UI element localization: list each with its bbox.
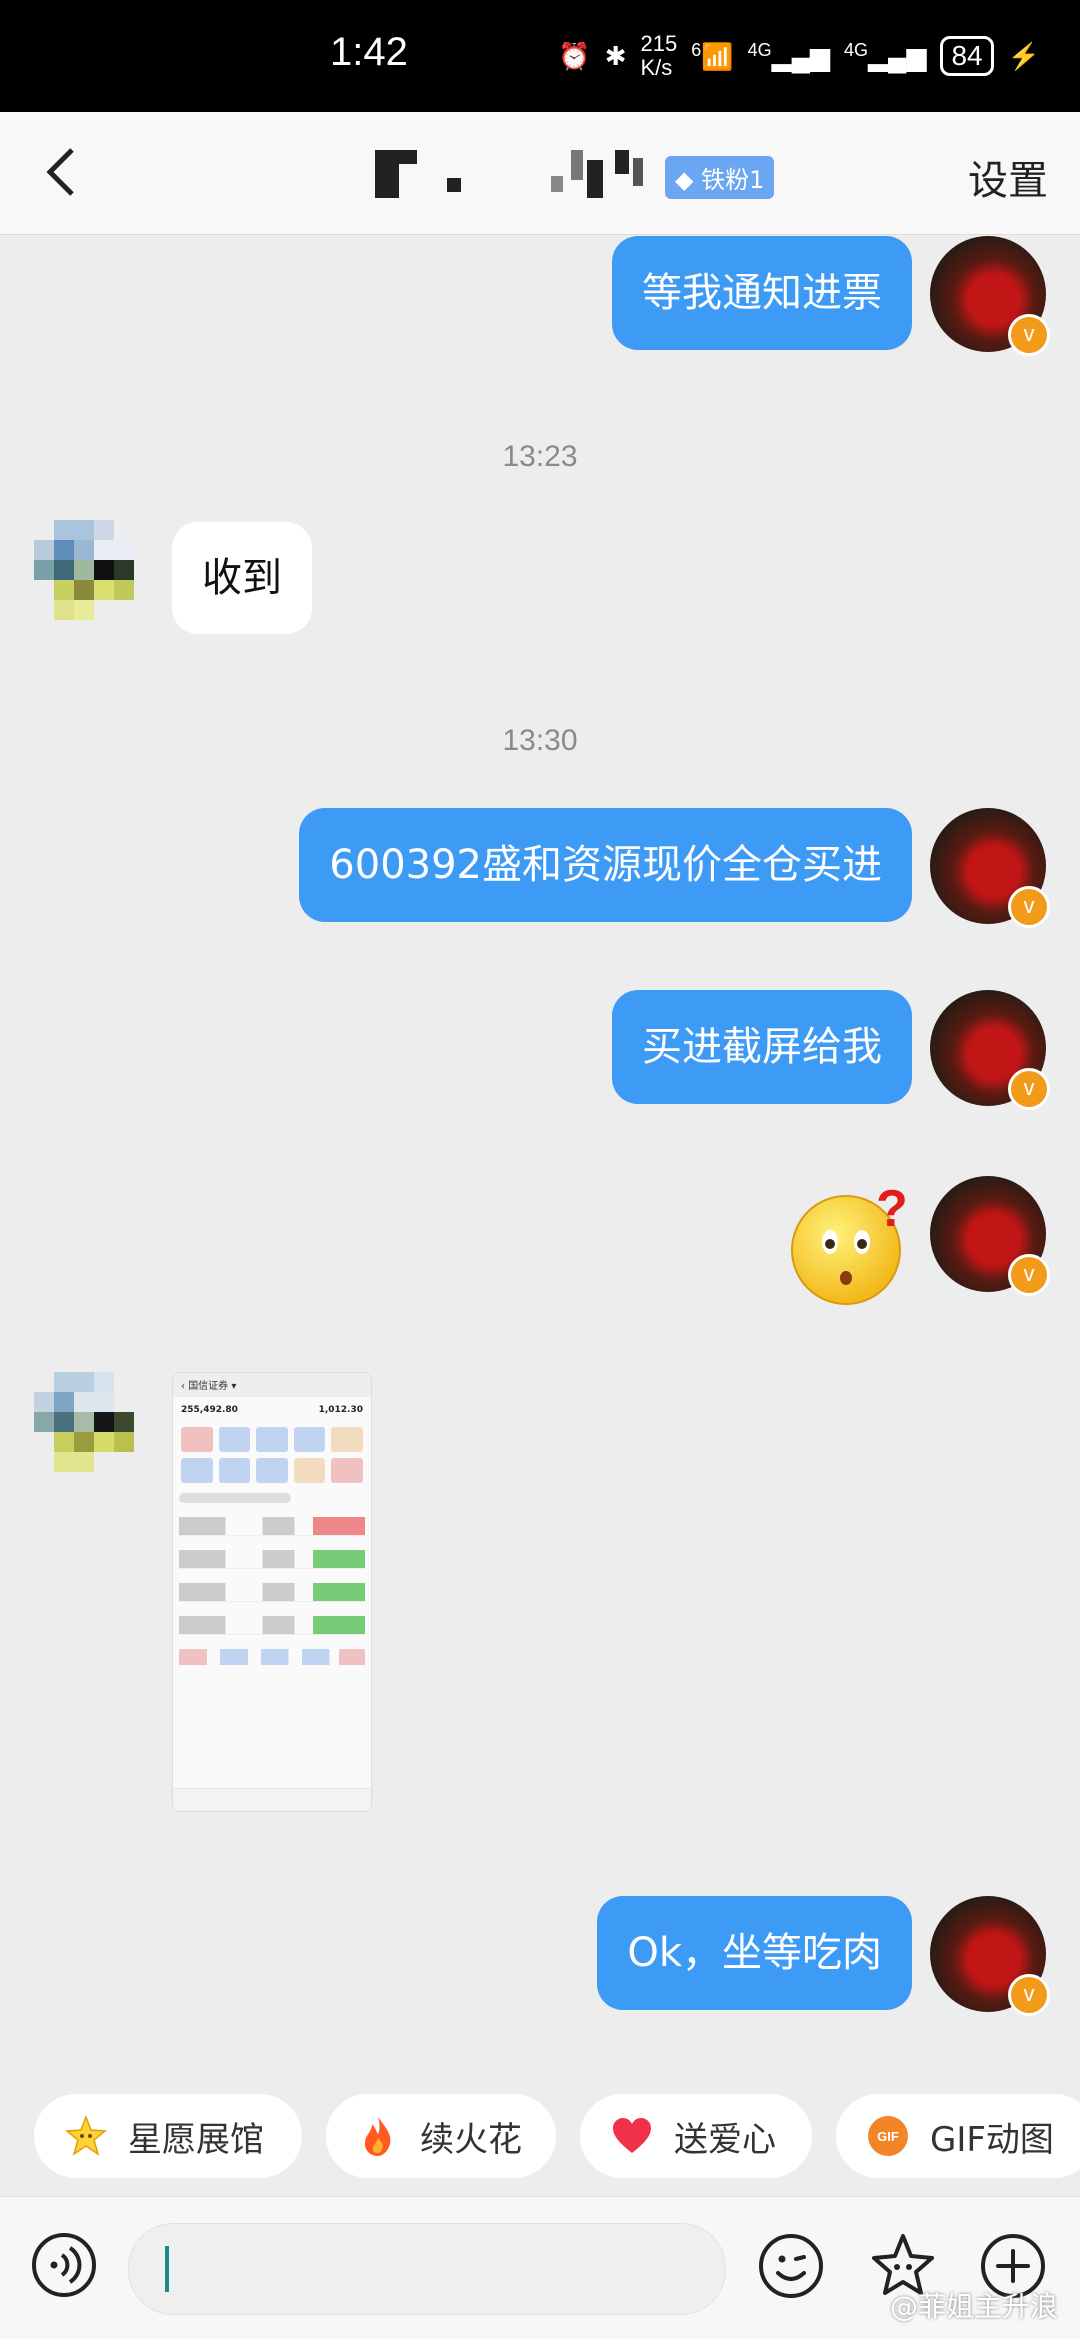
contact-name-pixelated (375, 150, 665, 198)
outgoing-message[interactable]: 买进截屏给我 (612, 990, 912, 1104)
thumb-rows (179, 1493, 365, 1665)
watermark: @菲姐主升浪 (889, 2290, 1058, 2323)
incoming-message[interactable]: 收到 (172, 522, 312, 634)
charging-icon: ⚡ (1007, 40, 1040, 71)
chip-label: 送爱心 (674, 2119, 776, 2160)
avatar[interactable] (34, 1372, 154, 1492)
emoji-icon[interactable] (756, 2231, 826, 2301)
timestamp: 13:23 (502, 440, 578, 473)
timestamp: 13:30 (502, 724, 578, 757)
chip-label: GIF动图 (930, 2119, 1054, 2160)
chip-star-gallery[interactable]: 星愿展馆 (34, 2094, 302, 2178)
avatar[interactable]: v (930, 808, 1050, 928)
confused-face-emoji-icon[interactable]: ? (788, 1184, 912, 1308)
status-time: 1:42 (330, 30, 408, 74)
message-input[interactable] (128, 2223, 726, 2315)
thumb-tabbar (173, 1788, 371, 1811)
heart-icon (613, 2118, 651, 2153)
input-bar: @菲姐主升浪 (0, 2196, 1080, 2339)
verified-icon: v (1008, 314, 1050, 356)
avatar[interactable]: v (930, 1896, 1050, 2016)
bluetooth-icon: ✱ (604, 40, 627, 71)
chip-gif[interactable]: GIF GIF动图 (836, 2094, 1080, 2178)
verified-icon: v (1008, 1068, 1050, 1110)
star-icon (65, 2114, 107, 2156)
chat-header: ◆ 铁粉1 设置 (0, 112, 1080, 235)
avatar[interactable] (34, 520, 154, 640)
chip-label: 续火花 (420, 2119, 522, 2160)
svg-text:GIF: GIF (877, 2129, 899, 2144)
shared-screenshot-image[interactable]: ‹ 国信证券 ▾ 255,492.80 1,012.30 (172, 1372, 372, 1812)
outgoing-message[interactable]: Ok，坐等吃肉 (597, 1896, 912, 2010)
text-cursor (165, 2246, 169, 2292)
thumb-grid (181, 1427, 363, 1483)
gif-icon: GIF (868, 2116, 908, 2156)
outgoing-message[interactable]: 等我通知进票 (612, 236, 912, 350)
settings-link[interactable]: 设置 (968, 148, 1048, 206)
status-icons: ⏰ ✱ 215 K/s 6📶 4G▂▄▆ 4G▂▄▆ 84 ⚡ (558, 26, 1040, 86)
fire-icon (364, 2117, 391, 2156)
battery-indicator: 84 (940, 36, 994, 76)
avatar[interactable]: v (930, 1176, 1050, 1296)
avatar[interactable]: v (930, 236, 1050, 356)
svg-text:?: ? (876, 1184, 908, 1238)
quick-actions-bar: 星愿展馆 续火花 送爱心 GIF GIF动图 (0, 2086, 1080, 2186)
back-arrow-icon[interactable] (34, 142, 94, 202)
net-speed: 215 K/s (640, 31, 678, 80)
wifi-icon: 6📶 (691, 39, 734, 72)
chip-label: 星愿展馆 (128, 2119, 264, 2160)
voice-input-icon[interactable] (30, 2231, 98, 2299)
fan-level-badge: ◆ 铁粉1 (665, 156, 775, 199)
signal-icon: 4G▂▄▆ (747, 39, 831, 72)
outgoing-message[interactable]: 600392盛和资源现价全仓买进 (299, 808, 912, 922)
chip-send-heart[interactable]: 送爱心 (580, 2094, 812, 2178)
thumb-header: ‹ 国信证券 ▾ (173, 1373, 371, 1397)
status-bar: 1:42 ⏰ ✱ 215 K/s 6📶 4G▂▄▆ 4G▂▄▆ 84 ⚡ (0, 0, 1080, 112)
thumb-assets: 255,492.80 1,012.30 (181, 1405, 363, 1415)
alarm-icon: ⏰ (558, 40, 591, 71)
signal-icon: 4G▂▄▆ (844, 39, 927, 72)
verified-icon: v (1008, 1254, 1050, 1296)
avatar[interactable]: v (930, 990, 1050, 1110)
verified-icon: v (1008, 1974, 1050, 2016)
verified-icon: v (1008, 886, 1050, 928)
chip-fire[interactable]: 续火花 (326, 2094, 556, 2178)
